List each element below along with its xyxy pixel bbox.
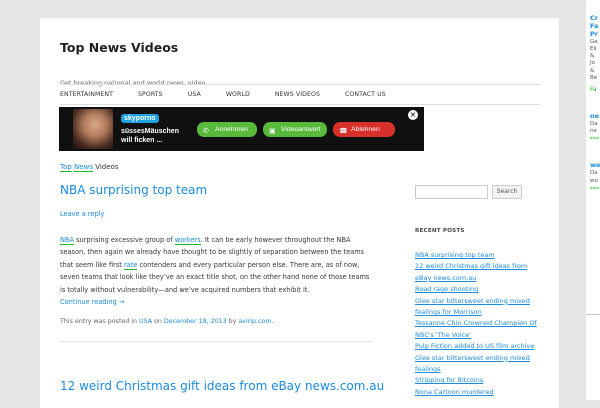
side-ad-rating: ***: [590, 186, 599, 193]
continue-reading-link[interactable]: Continue reading →: [60, 298, 124, 306]
side-ad-link[interactable]: Fa: [590, 86, 597, 93]
side-ad-text: &: [590, 68, 595, 74]
side-ad-text: Jo: [590, 60, 595, 66]
nav-item-world[interactable]: WORLD: [226, 91, 250, 98]
recent-post-link[interactable]: fealings: [415, 364, 540, 375]
leave-reply-link[interactable]: Leave a reply: [60, 210, 104, 218]
recent-post-link[interactable]: fealings for Morrison: [415, 307, 540, 318]
ad-line-1: süssesMäuschen: [121, 128, 179, 135]
side-ad-text: ne: [590, 128, 597, 134]
nav-bottom-rule: [60, 104, 540, 105]
search-button[interactable]: Search: [492, 185, 522, 199]
breadcrumb: Top News Videos: [60, 163, 119, 172]
side-ad-title[interactable]: Pr: [590, 30, 598, 38]
recent-post-link[interactable]: Nona Cartoon murdered: [415, 387, 540, 398]
side-ad-text: wo: [590, 178, 598, 184]
breadcrumb-rest: Videos: [95, 163, 119, 171]
recent-post-link[interactable]: Stripping for Bitcoins: [415, 375, 540, 386]
side-ad-title[interactable]: Cr: [590, 14, 598, 22]
nav-top-rule: [60, 84, 540, 85]
post-title[interactable]: NBA surprising top team: [60, 183, 207, 197]
side-ad-title[interactable]: Fa: [590, 22, 598, 30]
video-camera-icon: ▣: [269, 128, 276, 135]
recent-post-link[interactable]: eBay news.com.au: [415, 273, 540, 284]
search-input[interactable]: [415, 185, 488, 199]
side-ad-title[interactable]: ne: [590, 112, 599, 120]
nav-item-news-videos[interactable]: NEWS VIDEOS: [275, 91, 320, 98]
side-ad-rating: ***: [590, 136, 599, 143]
meta-category-link[interactable]: USA: [139, 318, 152, 325]
ad-accept-button[interactable]: ✆ Annehmen: [197, 122, 257, 137]
ad-video-button[interactable]: ▣ Videoantwort: [263, 122, 327, 137]
nav-item-usa[interactable]: USA: [188, 91, 201, 98]
close-icon[interactable]: ×: [408, 110, 418, 120]
side-ad-panel[interactable]: Cr Fa Pr Ge Eli & Jo & Be Fa ne Da ne **…: [586, 0, 600, 400]
side-ad-divider: [586, 314, 600, 315]
keyword-link-nba[interactable]: NBA: [60, 236, 74, 245]
post-title-2[interactable]: 12 weird Christmas gift ideas from eBay …: [60, 379, 384, 393]
page-content: Top News Videos Get breaking national an…: [40, 18, 559, 408]
nav-item-sports[interactable]: SPORTS: [138, 91, 163, 98]
entry-meta: This entry was posted in USA on December…: [60, 318, 274, 325]
nav-item-contact-us[interactable]: CONTACT US: [345, 91, 386, 98]
site-description: Get breaking national and world news, vi…: [60, 79, 206, 87]
recent-post-link[interactable]: Tessanne Chin Crowned Champion Of: [415, 318, 540, 329]
breadcrumb-link-news[interactable]: News: [74, 163, 93, 172]
meta-author-link[interactable]: avirip.com: [238, 318, 271, 325]
ad-decline-button[interactable]: ☎ Ablehnen: [333, 122, 395, 137]
hangup-icon: ☎: [339, 128, 348, 135]
ad-caller-text: süssesMäuschen will ficken ...: [121, 127, 179, 145]
recent-post-link[interactable]: Glee star bittersweet ending mixed: [415, 296, 540, 307]
ad-banner[interactable]: skyporno süssesMäuschen will ficken ... …: [59, 107, 424, 151]
side-ad-text: Ge: [590, 39, 598, 45]
recent-posts-title: RECENT POSTS: [415, 228, 465, 234]
recent-post-link[interactable]: NBC's 'The Voice': [415, 330, 540, 341]
meta-prefix: This entry was posted in: [60, 318, 140, 325]
meta-end: .: [271, 318, 274, 325]
nav-item-entertainment[interactable]: ENTERTAINMENT: [60, 91, 113, 98]
recent-post-link[interactable]: Pulp Fiction added to US film archive: [415, 341, 540, 352]
side-ad-text: Da: [590, 121, 598, 127]
meta-on: on: [152, 318, 164, 325]
side-ad-text: Eli: [590, 46, 597, 52]
keyword-link-workers[interactable]: workers: [174, 236, 201, 245]
side-ad-text: Da: [590, 170, 598, 176]
recent-post-link[interactable]: 12 weird Christmas gift ideas from: [415, 261, 540, 272]
excerpt-text-1: surprising excessive group of: [73, 236, 175, 244]
recent-post-link[interactable]: NBA surprising top team: [415, 250, 540, 261]
ad-brand-logo: skyporno: [121, 114, 159, 123]
recent-posts-list: NBA surprising top team 12 weird Christm…: [415, 250, 540, 398]
meta-date-link[interactable]: December 19, 2013: [164, 318, 227, 325]
site-title[interactable]: Top News Videos: [60, 40, 178, 55]
ad-line-2: will ficken ...: [121, 137, 163, 144]
post-excerpt: NBA surprising excessive group of worker…: [60, 234, 370, 308]
side-ad-text: Be: [590, 75, 598, 81]
side-ad-title[interactable]: we: [590, 161, 600, 169]
phone-icon: ✆: [203, 128, 209, 135]
main-nav: ENTERTAINMENT SPORTS USA WORLD NEWS VIDE…: [60, 91, 411, 98]
ad-video-label: Videoantwort: [281, 126, 321, 133]
ad-decline-label: Ablehnen: [351, 126, 380, 133]
recent-post-link[interactable]: Road rage shooting: [415, 284, 540, 295]
post-divider: [60, 341, 372, 342]
side-ad-text: &: [590, 53, 595, 59]
breadcrumb-link-top[interactable]: Top: [60, 163, 72, 172]
recent-post-link[interactable]: Glee star bittersweet ending mixed: [415, 353, 540, 364]
meta-by: by: [226, 318, 239, 325]
ad-accept-label: Annehmen: [215, 126, 248, 133]
keyword-link-rate[interactable]: rate: [123, 260, 138, 270]
ad-photo: [73, 109, 113, 149]
